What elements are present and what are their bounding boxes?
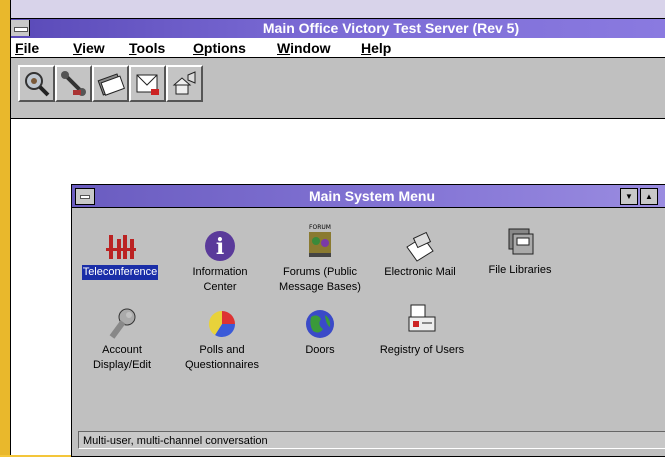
child-system-menu-icon[interactable] [75,188,95,205]
menu-bar: File View Tools Options Window Help [11,38,665,58]
child-window-title: Main System Menu [308,188,436,204]
maximize-button[interactable]: ▲ [640,188,658,205]
menu-tools[interactable]: Tools [129,40,165,56]
window-title: Main Office Victory Test Server (Rev 5) [262,20,520,36]
info-icon: i [205,231,235,261]
magnifier-icon [25,72,50,97]
registry-of-users-item[interactable]: Registry of Users [372,301,472,358]
information-center-item[interactable]: i Information Center [170,229,270,295]
forums-item[interactable]: FORUM Forums (Public Message Bases) [270,223,370,295]
toolbar-files-button[interactable] [92,65,129,102]
electronic-mail-item[interactable]: Electronic Mail [370,229,470,280]
svg-text:FORUM: FORUM [309,224,331,231]
account-display-edit-item[interactable]: Account Display/Edit [72,307,172,373]
teleconference-icon [106,235,136,259]
file-libraries-item[interactable]: File Libraries [470,225,570,278]
globe-icon [306,310,334,338]
doors-item[interactable]: Doors [270,307,370,358]
phone-handset-icon [61,71,86,96]
main-system-menu-window: Main System Menu ▼ ▲ Teleconference i In… [71,184,665,457]
file-cards-icon [97,73,125,96]
registry-icon [408,304,436,332]
forums-icon: FORUM [309,224,331,257]
mail-envelope-icon [136,74,159,95]
window-top-band [11,0,665,18]
menu-view[interactable]: View [73,40,105,56]
menu-window[interactable]: Window [277,40,331,56]
toolbar-mail-button[interactable] [129,65,166,102]
file-libraries-icon [508,228,534,255]
toolbar-phone-button[interactable] [55,65,92,102]
child-title-bar[interactable]: Main System Menu ▼ ▲ [72,185,665,208]
menu-help[interactable]: Help [361,40,391,56]
minimize-button[interactable]: ▼ [620,188,638,205]
system-menu-icon[interactable] [11,20,30,36]
toolbar-bulletin-button[interactable] [166,65,203,102]
toolbar-search-button[interactable] [18,65,55,102]
svg-text:i: i [216,234,224,260]
title-bar[interactable]: Main Office Victory Test Server (Rev 5) [11,18,665,39]
menu-options[interactable]: Options [193,40,246,56]
toolbar [11,58,665,119]
teleconference-item[interactable]: Teleconference [70,229,170,280]
house-speaker-icon [172,71,196,95]
polls-questionnaires-item[interactable]: Polls and Questionnaires [172,307,272,373]
menu-file[interactable]: File [15,40,39,56]
mail-icon [406,231,434,262]
desktop-background [0,0,10,455]
main-window: Main Office Victory Test Server (Rev 5) … [10,0,665,457]
status-bar: Multi-user, multi-channel conversation [78,431,665,449]
wrench-icon [109,308,136,339]
pie-chart-icon [208,310,236,338]
